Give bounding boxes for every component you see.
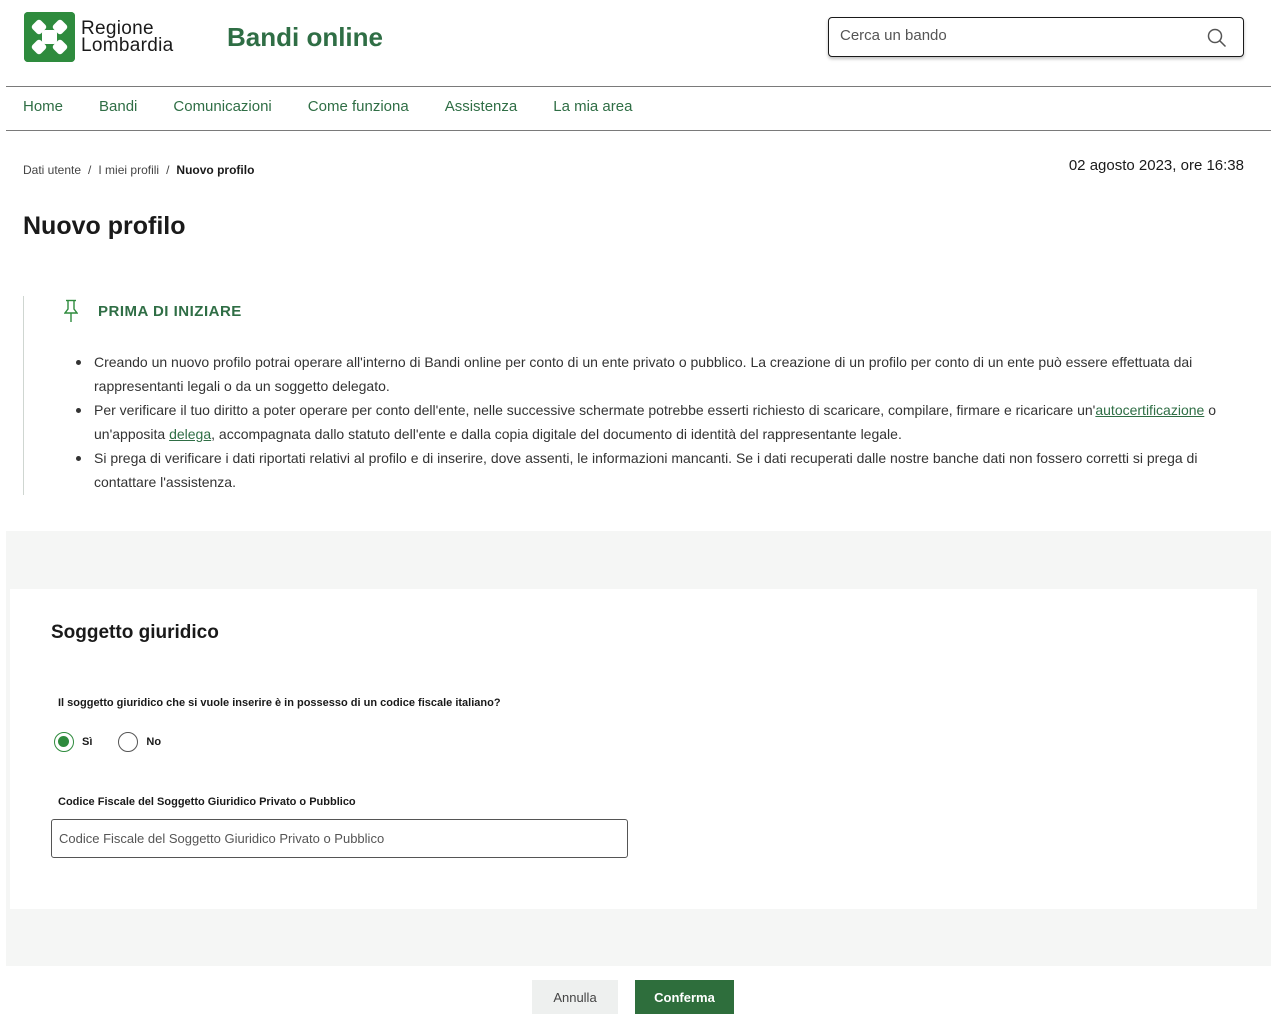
info-item-2-text-c: , accompagnata dallo statuto dell'ente e… (211, 426, 902, 442)
breadcrumb-separator: / (166, 163, 170, 177)
codice-fiscale-input[interactable] (51, 819, 628, 858)
header-divider (6, 86, 1271, 87)
info-header: PRIMA DI INIZIARE (64, 299, 242, 323)
info-list: Creando un nuovo profilo potrai operare … (76, 350, 1244, 494)
radio-group: Sì No (54, 732, 187, 752)
codice-fiscale-label: Codice Fiscale del Soggetto Giuridico Pr… (58, 796, 356, 808)
info-item-1-text: Creando un nuovo profilo potrai operare … (94, 354, 1193, 394)
breadcrumb-item-dati-utente[interactable]: Dati utente (23, 163, 81, 177)
header: Regione Lombardia Bandi online (0, 0, 1271, 86)
info-item-3-text: Si prega di verificare i dati riportati … (94, 450, 1198, 490)
breadcrumb: Dati utente / I miei profili / Nuovo pro… (23, 163, 254, 177)
list-item: Creando un nuovo profilo potrai operare … (76, 350, 1244, 398)
main-nav: Home Bandi Comunicazioni Come funziona A… (23, 97, 668, 119)
nav-divider (6, 130, 1271, 131)
logo-line-2: Lombardia (81, 35, 174, 56)
conferma-button[interactable]: Conferma (635, 980, 734, 1014)
card-title: Soggetto giuridico (51, 622, 219, 643)
logo-mark-icon (24, 12, 75, 62)
breadcrumb-item-miei-profili[interactable]: I miei profili (98, 163, 159, 177)
annulla-button[interactable]: Annulla (532, 980, 618, 1014)
radio-no-circle[interactable] (118, 732, 139, 752)
radio-si-label: Sì (82, 736, 93, 748)
logo-text: Regione Lombardia (81, 19, 174, 56)
regione-lombardia-logo[interactable]: Regione Lombardia (24, 12, 173, 62)
info-box: PRIMA DI INIZIARE Creando un nuovo profi… (23, 296, 1248, 495)
nav-item-la-mia-area[interactable]: La mia area (553, 97, 632, 119)
list-item: Per verificare il tuo diritto a poter op… (76, 398, 1244, 446)
radio-option-si[interactable]: Sì (54, 732, 92, 752)
search-input[interactable] (840, 27, 1200, 44)
radio-si-circle[interactable] (54, 732, 74, 752)
form-card: Soggetto giuridico Il soggetto giuridico… (10, 589, 1257, 909)
pushpin-icon (64, 299, 78, 322)
radio-no-label: No (146, 736, 162, 748)
autocertificazione-link[interactable]: autocertificazione (1095, 402, 1204, 418)
radio-option-no[interactable]: No (118, 732, 161, 752)
breadcrumb-item-current: Nuovo profilo (176, 163, 255, 177)
question-label: Il soggetto giuridico che si vuole inser… (58, 697, 501, 709)
breadcrumb-separator: / (88, 163, 92, 177)
nav-item-home[interactable]: Home (23, 97, 63, 119)
search-box (828, 17, 1244, 57)
page-title: Nuovo profilo (23, 212, 186, 240)
search-icon[interactable] (1207, 28, 1227, 48)
info-item-2-text-a: Per verificare il tuo diritto a poter op… (94, 402, 1096, 418)
nav-item-assistenza[interactable]: Assistenza (445, 97, 518, 119)
site-title[interactable]: Bandi online (227, 22, 383, 53)
nav-item-comunicazioni[interactable]: Comunicazioni (173, 97, 271, 119)
current-date: 02 agosto 2023, ore 16:38 (1068, 157, 1244, 174)
delega-link[interactable]: delega (169, 426, 211, 442)
info-title: PRIMA DI INIZIARE (98, 302, 242, 320)
list-item: Si prega di verificare i dati riportati … (76, 446, 1244, 494)
nav-item-bandi[interactable]: Bandi (99, 97, 137, 119)
nav-item-come-funziona[interactable]: Come funziona (308, 97, 409, 119)
